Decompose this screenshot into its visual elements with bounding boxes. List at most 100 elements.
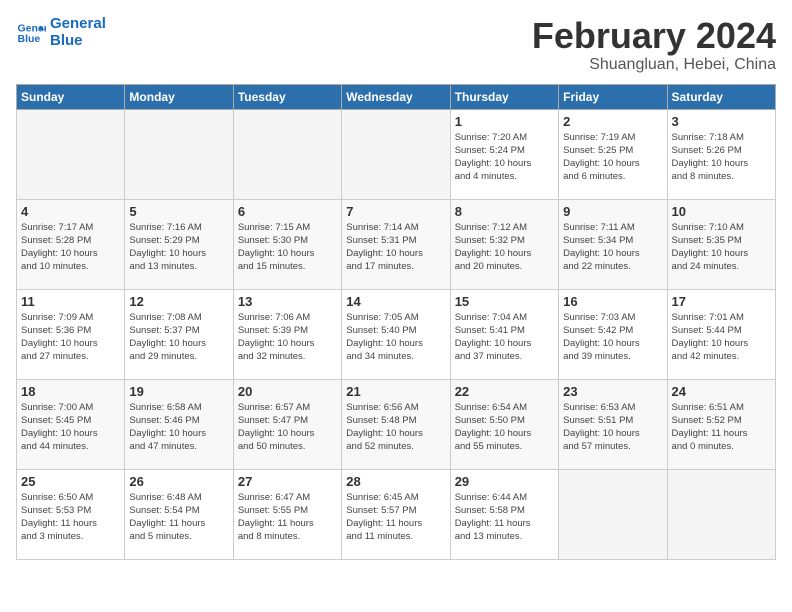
day-header-sunday: Sunday xyxy=(17,84,125,109)
day-info: Sunrise: 7:10 AM Sunset: 5:35 PM Dayligh… xyxy=(672,221,771,274)
day-info: Sunrise: 7:11 AM Sunset: 5:34 PM Dayligh… xyxy=(563,221,662,274)
week-row-1: 1 Sunrise: 7:20 AM Sunset: 5:24 PM Daylig… xyxy=(17,109,776,199)
day-number: 16 xyxy=(563,294,662,309)
calendar-table: SundayMondayTuesdayWednesdayThursdayFrid… xyxy=(16,84,776,560)
calendar-cell: 24Sunrise: 6:51 AM Sunset: 5:52 PM Dayli… xyxy=(667,379,775,469)
calendar-cell: 23 Sunrise: 6:53 AM Sunset: 5:51 PM Dayli… xyxy=(559,379,667,469)
day-number: 19 xyxy=(129,384,228,399)
day-info: Sunrise: 7:09 AM Sunset: 5:36 PM Dayligh… xyxy=(21,311,120,364)
calendar-cell: 5 Sunrise: 7:16 AM Sunset: 5:29 PM Daylig… xyxy=(125,199,233,289)
day-number: 6 xyxy=(238,204,337,219)
calendar-cell: 25 Sunrise: 6:50 AM Sunset: 5:53 PM Dayli… xyxy=(17,469,125,559)
calendar-cell: 19 Sunrise: 6:58 AM Sunset: 5:46 PM Dayli… xyxy=(125,379,233,469)
day-info: Sunrise: 7:20 AM Sunset: 5:24 PM Dayligh… xyxy=(455,131,554,184)
logo: General Blue General Blue xyxy=(16,16,106,49)
day-header-thursday: Thursday xyxy=(450,84,558,109)
day-number: 8 xyxy=(455,204,554,219)
day-header-saturday: Saturday xyxy=(667,84,775,109)
day-number: 13 xyxy=(238,294,337,309)
calendar-cell: 27Sunrise: 6:47 AM Sunset: 5:55 PM Dayli… xyxy=(233,469,341,559)
day-number: 4 xyxy=(21,204,120,219)
day-info: Sunrise: 7:17 AM Sunset: 5:28 PM Dayligh… xyxy=(21,221,120,274)
calendar-cell: 13 Sunrise: 7:06 AM Sunset: 5:39 PM Dayli… xyxy=(233,289,341,379)
day-info: Sunrise: 6:54 AM Sunset: 5:50 PM Dayligh… xyxy=(455,401,554,454)
calendar-cell: 7 Sunrise: 7:14 AM Sunset: 5:31 PM Daylig… xyxy=(342,199,450,289)
day-info: Sunrise: 7:04 AM Sunset: 5:41 PM Dayligh… xyxy=(455,311,554,364)
day-number: 5 xyxy=(129,204,228,219)
calendar-cell: 9 Sunrise: 7:11 AM Sunset: 5:34 PM Daylig… xyxy=(559,199,667,289)
header-row: SundayMondayTuesdayWednesdayThursdayFrid… xyxy=(17,84,776,109)
logo-blue: Blue xyxy=(50,33,106,50)
svg-text:Blue: Blue xyxy=(18,33,41,45)
day-info: Sunrise: 6:53 AM Sunset: 5:51 PM Dayligh… xyxy=(563,401,662,454)
calendar-cell: 22 Sunrise: 6:54 AM Sunset: 5:50 PM Dayli… xyxy=(450,379,558,469)
title-block: February 2024 Shuangluan, Hebei, China xyxy=(532,16,776,74)
day-number: 26 xyxy=(129,474,228,489)
day-info: Sunrise: 6:50 AM Sunset: 5:53 PM Dayligh… xyxy=(21,491,120,544)
calendar-cell: 28 Sunrise: 6:45 AM Sunset: 5:57 PM Dayli… xyxy=(342,469,450,559)
day-info: Sunrise: 7:00 AM Sunset: 5:45 PM Dayligh… xyxy=(21,401,120,454)
day-number: 11 xyxy=(21,294,120,309)
day-number: 1 xyxy=(455,114,554,129)
day-info: Sunrise: 7:16 AM Sunset: 5:29 PM Dayligh… xyxy=(129,221,228,274)
calendar-cell: 26 Sunrise: 6:48 AM Sunset: 5:54 PM Dayli… xyxy=(125,469,233,559)
calendar-cell: 20Sunrise: 6:57 AM Sunset: 5:47 PM Dayli… xyxy=(233,379,341,469)
day-number: 23 xyxy=(563,384,662,399)
day-info: Sunrise: 7:05 AM Sunset: 5:40 PM Dayligh… xyxy=(346,311,445,364)
day-info: Sunrise: 6:56 AM Sunset: 5:48 PM Dayligh… xyxy=(346,401,445,454)
day-header-tuesday: Tuesday xyxy=(233,84,341,109)
calendar-cell: 2 Sunrise: 7:19 AM Sunset: 5:25 PM Daylig… xyxy=(559,109,667,199)
day-info: Sunrise: 7:18 AM Sunset: 5:26 PM Dayligh… xyxy=(672,131,771,184)
day-info: Sunrise: 7:19 AM Sunset: 5:25 PM Dayligh… xyxy=(563,131,662,184)
day-number: 7 xyxy=(346,204,445,219)
calendar-cell xyxy=(342,109,450,199)
calendar-cell: 15 Sunrise: 7:04 AM Sunset: 5:41 PM Dayli… xyxy=(450,289,558,379)
day-info: Sunrise: 7:14 AM Sunset: 5:31 PM Dayligh… xyxy=(346,221,445,274)
week-row-4: 18Sunrise: 7:00 AM Sunset: 5:45 PM Dayli… xyxy=(17,379,776,469)
calendar-cell: 21 Sunrise: 6:56 AM Sunset: 5:48 PM Dayli… xyxy=(342,379,450,469)
calendar-cell: 11 Sunrise: 7:09 AM Sunset: 5:36 PM Dayli… xyxy=(17,289,125,379)
day-number: 22 xyxy=(455,384,554,399)
calendar-cell: 1 Sunrise: 7:20 AM Sunset: 5:24 PM Daylig… xyxy=(450,109,558,199)
day-number: 14 xyxy=(346,294,445,309)
calendar-cell: 14 Sunrise: 7:05 AM Sunset: 5:40 PM Dayli… xyxy=(342,289,450,379)
calendar-cell: 3 Sunrise: 7:18 AM Sunset: 5:26 PM Daylig… xyxy=(667,109,775,199)
day-info: Sunrise: 6:51 AM Sunset: 5:52 PM Dayligh… xyxy=(672,401,771,454)
calendar-cell: 8Sunrise: 7:12 AM Sunset: 5:32 PM Daylig… xyxy=(450,199,558,289)
day-number: 9 xyxy=(563,204,662,219)
calendar-cell: 18Sunrise: 7:00 AM Sunset: 5:45 PM Dayli… xyxy=(17,379,125,469)
calendar-cell: 6Sunrise: 7:15 AM Sunset: 5:30 PM Daylig… xyxy=(233,199,341,289)
day-number: 28 xyxy=(346,474,445,489)
week-row-2: 4 Sunrise: 7:17 AM Sunset: 5:28 PM Daylig… xyxy=(17,199,776,289)
day-info: Sunrise: 6:44 AM Sunset: 5:58 PM Dayligh… xyxy=(455,491,554,544)
month-title: February 2024 xyxy=(532,16,776,56)
day-number: 2 xyxy=(563,114,662,129)
day-info: Sunrise: 7:03 AM Sunset: 5:42 PM Dayligh… xyxy=(563,311,662,364)
day-info: Sunrise: 7:06 AM Sunset: 5:39 PM Dayligh… xyxy=(238,311,337,364)
day-header-monday: Monday xyxy=(125,84,233,109)
day-info: Sunrise: 6:48 AM Sunset: 5:54 PM Dayligh… xyxy=(129,491,228,544)
calendar-cell xyxy=(559,469,667,559)
day-info: Sunrise: 6:57 AM Sunset: 5:47 PM Dayligh… xyxy=(238,401,337,454)
calendar-cell xyxy=(667,469,775,559)
day-number: 25 xyxy=(21,474,120,489)
day-number: 17 xyxy=(672,294,771,309)
day-info: Sunrise: 6:45 AM Sunset: 5:57 PM Dayligh… xyxy=(346,491,445,544)
day-number: 15 xyxy=(455,294,554,309)
day-number: 27 xyxy=(238,474,337,489)
week-row-3: 11 Sunrise: 7:09 AM Sunset: 5:36 PM Dayli… xyxy=(17,289,776,379)
week-row-5: 25 Sunrise: 6:50 AM Sunset: 5:53 PM Dayli… xyxy=(17,469,776,559)
day-number: 10 xyxy=(672,204,771,219)
day-number: 3 xyxy=(672,114,771,129)
day-number: 21 xyxy=(346,384,445,399)
day-header-friday: Friday xyxy=(559,84,667,109)
calendar-cell xyxy=(125,109,233,199)
calendar-cell: 12Sunrise: 7:08 AM Sunset: 5:37 PM Dayli… xyxy=(125,289,233,379)
day-info: Sunrise: 7:01 AM Sunset: 5:44 PM Dayligh… xyxy=(672,311,771,364)
day-info: Sunrise: 6:58 AM Sunset: 5:46 PM Dayligh… xyxy=(129,401,228,454)
calendar-cell: 10 Sunrise: 7:10 AM Sunset: 5:35 PM Dayli… xyxy=(667,199,775,289)
location-subtitle: Shuangluan, Hebei, China xyxy=(532,56,776,74)
logo-icon: General Blue xyxy=(16,18,46,48)
logo-general: General xyxy=(50,16,106,33)
calendar-cell: 17 Sunrise: 7:01 AM Sunset: 5:44 PM Dayli… xyxy=(667,289,775,379)
